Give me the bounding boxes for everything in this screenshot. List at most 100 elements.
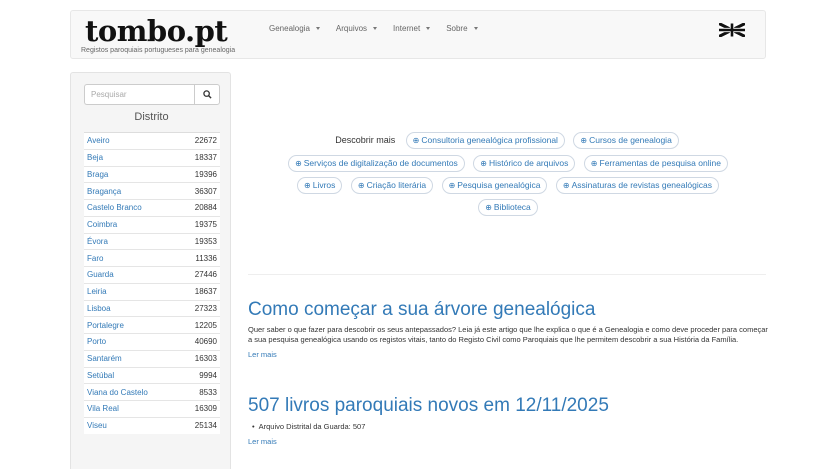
- district-name[interactable]: Évora: [87, 237, 108, 246]
- pill-biblioteca[interactable]: ⊕ Biblioteca: [478, 199, 538, 216]
- district-name[interactable]: Leiria: [87, 287, 107, 296]
- district-count: 18637: [194, 287, 217, 297]
- article-title[interactable]: Como começar a sua árvore genealógica: [248, 298, 768, 322]
- article-card: Como começar a sua árvore genealógica Qu…: [248, 298, 768, 362]
- article-title[interactable]: 507 livros paroquiais novos em 12/11/202…: [248, 394, 768, 418]
- district-name[interactable]: Bragança: [87, 187, 121, 196]
- district-count: 8533: [199, 387, 217, 397]
- district-row[interactable]: Guarda 27446: [84, 266, 220, 283]
- search-input[interactable]: [84, 84, 194, 105]
- menu-sobre[interactable]: Sobre: [446, 24, 478, 33]
- navbar: tombo.pt Registos paroquiais portugueses…: [70, 10, 766, 59]
- pill-digitalizacao[interactable]: ⊕ Serviços de digitalização de documentos: [288, 155, 465, 172]
- district-count: 9994: [199, 370, 217, 380]
- district-name[interactable]: Setúbal: [87, 371, 114, 380]
- circle-plus-icon: ⊕: [295, 159, 302, 168]
- district-name[interactable]: Aveiro: [87, 136, 110, 145]
- pill-ferramentas[interactable]: ⊕ Ferramentas de pesquisa online: [583, 155, 728, 172]
- district-count: 36307: [194, 186, 217, 196]
- read-more-link[interactable]: Ler mais: [248, 437, 277, 446]
- district-list: Aveiro 22672 Beja 18337 Braga 19396 Braganç…: [84, 132, 220, 434]
- circle-plus-icon: ⊕: [590, 159, 598, 168]
- district-row[interactable]: Coimbra 19375: [84, 215, 220, 233]
- circle-plus-icon: ⊕: [412, 136, 420, 145]
- pill-label: Ferramentas de pesquisa online: [599, 158, 721, 168]
- district-name[interactable]: Beja: [87, 153, 103, 162]
- caret-down-icon: [373, 27, 378, 30]
- district-row[interactable]: Castelo Branco 20884: [84, 199, 220, 216]
- search-icon: [202, 90, 212, 99]
- read-more-link[interactable]: Ler mais: [248, 350, 277, 359]
- pill-label: Pesquisa genealógica: [457, 180, 541, 190]
- menu-label: Sobre: [446, 24, 468, 33]
- pill-criacao[interactable]: ⊕ Criação literária: [350, 177, 434, 194]
- district-row[interactable]: Faro 11336: [84, 249, 220, 266]
- district-count: 25134: [194, 421, 217, 431]
- district-name[interactable]: Braga: [87, 170, 108, 179]
- pill-pesquisa[interactable]: ⊕ Pesquisa genealógica: [441, 177, 548, 194]
- district-name[interactable]: Porto: [87, 337, 106, 346]
- district-row[interactable]: Viseu 25134: [84, 416, 220, 434]
- district-count: 27323: [194, 303, 217, 313]
- district-name[interactable]: Lisboa: [87, 304, 111, 313]
- district-row[interactable]: Leiria 18637: [84, 282, 220, 300]
- menu-genealogia[interactable]: Genealogia: [269, 24, 320, 33]
- pill-label: Criação literária: [366, 180, 427, 190]
- district-row[interactable]: Bragança 36307: [84, 182, 220, 199]
- article-card: 507 livros paroquiais novos em 12/11/202…: [248, 394, 768, 449]
- district-row[interactable]: Beja 18337: [84, 148, 220, 166]
- district-row[interactable]: Vila Real 16309: [84, 400, 220, 417]
- district-count: 16309: [194, 404, 217, 414]
- pill-assinaturas[interactable]: ⊕ Assinaturas de revistas genealógicas: [555, 177, 719, 194]
- district-count: 27446: [194, 270, 217, 280]
- district-name[interactable]: Guarda: [87, 270, 114, 279]
- district-name[interactable]: Viseu: [87, 421, 107, 430]
- district-name[interactable]: Portalegre: [87, 321, 124, 330]
- pill-consultoria[interactable]: ⊕ Consultoria genealógica profissional: [405, 132, 565, 149]
- district-row[interactable]: Aveiro 22672: [84, 132, 220, 149]
- pill-label: Histórico de arquivos: [488, 158, 569, 168]
- pill-label: Cursos de genealogia: [589, 135, 672, 145]
- district-count: 22672: [194, 136, 217, 146]
- district-name[interactable]: Faro: [87, 254, 103, 263]
- district-count: 40690: [194, 337, 217, 347]
- district-count: 19353: [194, 236, 217, 246]
- circle-plus-icon: ⊕: [485, 203, 492, 212]
- district-row[interactable]: Lisboa 27323: [84, 299, 220, 317]
- district-count: 20884: [194, 203, 217, 213]
- search-button[interactable]: [194, 84, 220, 105]
- uk-flag-icon[interactable]: [719, 23, 745, 37]
- district-row[interactable]: Évora 19353: [84, 232, 220, 250]
- circle-plus-icon: ⊕: [562, 181, 570, 190]
- circle-plus-icon: ⊕: [448, 181, 456, 190]
- district-row[interactable]: Santarém 16303: [84, 349, 220, 367]
- district-row[interactable]: Braga 19396: [84, 165, 220, 183]
- menu-arquivos[interactable]: Arquivos: [336, 24, 378, 33]
- article-list: Arquivo Distrital da Guarda: 507: [248, 422, 768, 431]
- pill-cursos[interactable]: ⊕ Cursos de genealogia: [573, 132, 679, 149]
- district-name[interactable]: Coimbra: [87, 220, 117, 229]
- list-item: Arquivo Distrital da Guarda: 507: [252, 422, 768, 431]
- menu-internet[interactable]: Internet: [393, 24, 431, 33]
- district-row[interactable]: Porto 40690: [84, 333, 220, 350]
- district-row[interactable]: Viana do Castelo 8533: [84, 383, 220, 400]
- pill-livros[interactable]: ⊕ Livros: [297, 177, 343, 194]
- district-count: 16303: [194, 354, 217, 364]
- district-row[interactable]: Portalegre 12205: [84, 316, 220, 333]
- pill-label: Assinaturas de revistas genealógicas: [571, 180, 712, 190]
- menu-label: Genealogia: [269, 24, 310, 33]
- district-name[interactable]: Viana do Castelo: [87, 388, 148, 397]
- search-form: [84, 84, 220, 105]
- district-row[interactable]: Setúbal 9994: [84, 366, 220, 384]
- district-count: 11336: [195, 253, 217, 263]
- pill-historico[interactable]: ⊕ Histórico de arquivos: [473, 155, 576, 172]
- site-logo[interactable]: tombo.pt: [85, 14, 228, 48]
- pill-label: Serviços de digitalização de documentos: [303, 158, 458, 168]
- district-name[interactable]: Santarém: [87, 354, 122, 363]
- circle-plus-icon: ⊕: [580, 136, 588, 145]
- caret-down-icon: [426, 27, 431, 30]
- district-name[interactable]: Castelo Branco: [87, 203, 142, 212]
- article-text: Quer saber o que fazer para descobrir os…: [248, 325, 768, 344]
- district-name[interactable]: Vila Real: [87, 404, 119, 413]
- district-count: 19396: [194, 169, 217, 179]
